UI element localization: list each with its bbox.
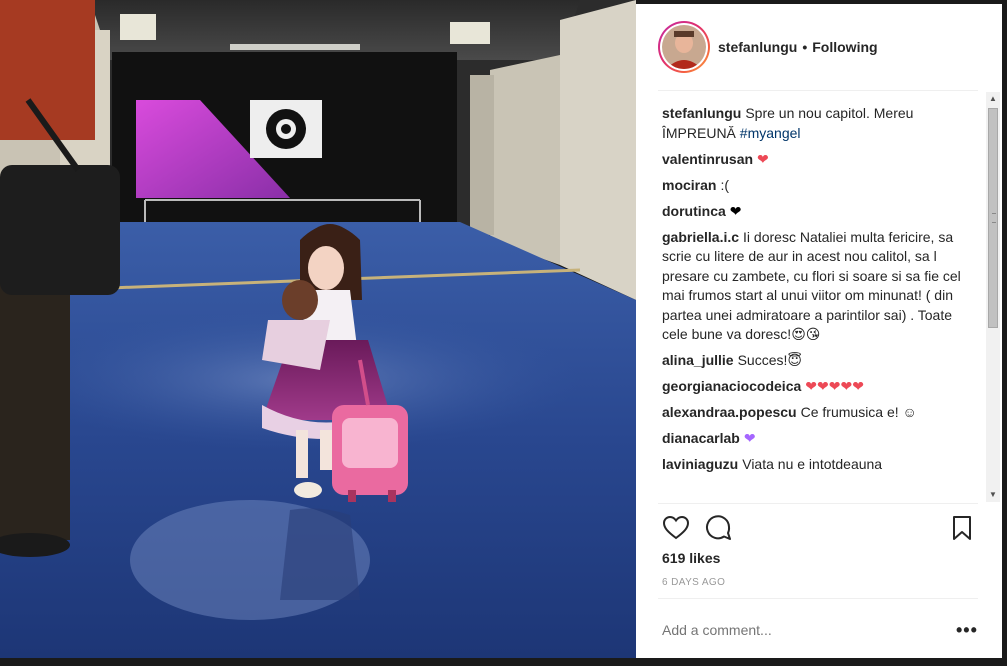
scroll-up-arrow-icon[interactable]: ▲ — [986, 92, 1000, 106]
likes-count[interactable]: 619 likes — [662, 550, 720, 566]
avatar-image — [662, 25, 706, 69]
header-divider — [658, 90, 978, 91]
purple-heart-emoji: ❤ — [743, 430, 756, 446]
comment-item: dianacarlab ❤ — [662, 429, 980, 449]
caption-hashtag[interactable]: #myangel — [740, 125, 801, 141]
pink-heart-emoji: ❤ — [757, 150, 769, 167]
comment-username[interactable]: laviniaguzu — [662, 456, 738, 472]
comment-username[interactable]: dianacarlab — [662, 430, 740, 446]
more-options-icon[interactable]: ••• — [956, 620, 978, 641]
comment-text: Succes!😇 — [737, 352, 802, 368]
bookmark-icon[interactable] — [948, 514, 976, 542]
comment-item: georgianaciocodeica ❤❤❤❤❤ — [662, 377, 980, 397]
heart-outline-icon[interactable] — [662, 514, 690, 542]
comment-username[interactable]: alina_jullie — [662, 352, 734, 368]
comment-item: mociran:( — [662, 176, 980, 196]
window-edge — [1002, 0, 1007, 666]
post-date[interactable]: 6 DAYS AGO — [662, 577, 725, 588]
scroll-down-arrow-icon[interactable]: ▼ — [986, 488, 1000, 502]
add-comment-input[interactable] — [662, 622, 922, 638]
comments-list: stefanlungu Spre un nou capitol. Mereu ÎM… — [662, 104, 980, 502]
avatar[interactable] — [658, 21, 710, 73]
comment-item: dorutinca ❤ — [662, 202, 980, 222]
comment-item: gabriella.i.c Ii doresc Nataliei multa fe… — [662, 228, 980, 345]
comment-username[interactable]: gabriella.i.c — [662, 229, 739, 245]
post-actions — [662, 514, 974, 544]
scrollbar-thumb[interactable] — [988, 108, 998, 328]
comment-text: Ce frumusica e! ☺ — [800, 404, 917, 420]
comment-text: :( — [720, 176, 730, 193]
speech-bubble-icon[interactable] — [704, 514, 732, 542]
following-button[interactable]: Following — [812, 39, 877, 55]
post-photo[interactable] — [0, 0, 636, 658]
comment-item: alexandraa.popescu Ce frumusica e! ☺ — [662, 403, 980, 423]
black-heart-emoji: ❤ — [729, 202, 742, 219]
caption: stefanlungu Spre un nou capitol. Mereu ÎM… — [662, 104, 980, 143]
header-separator: • — [802, 39, 808, 55]
comment-username[interactable]: alexandraa.popescu — [662, 404, 797, 420]
post-header: stefanlungu • Following — [636, 4, 1002, 90]
comment-username[interactable]: georgianaciocodeica — [662, 378, 801, 394]
post-detail-panel: stefanlungu • Following stefanlungu Spre … — [636, 4, 1002, 658]
comment-text: Ii doresc Nataliei multa fericire, sa sc… — [662, 228, 961, 343]
comment-box-divider — [658, 598, 978, 599]
post-author-username[interactable]: stefanlungu — [718, 39, 797, 55]
comment-item: valentinrusan ❤ — [662, 150, 980, 170]
pink-hearts-emoji: ❤❤❤❤❤ — [805, 378, 864, 394]
window-edge-bottom — [0, 658, 1007, 666]
comment-item: laviniaguzu Viata nu e intotdeauna — [662, 455, 980, 475]
comment-username[interactable]: valentinrusan — [662, 151, 753, 167]
comment-username[interactable]: dorutinca — [662, 203, 726, 219]
comment-item: alina_jullie Succes!😇 — [662, 351, 980, 371]
comment-username[interactable]: mociran — [662, 177, 716, 193]
comments-scrollbar[interactable]: ▲ ▼ — [986, 92, 1000, 502]
comment-text: Viata nu e intotdeauna — [742, 456, 883, 472]
actions-divider — [658, 503, 978, 504]
caption-username[interactable]: stefanlungu — [662, 105, 741, 121]
